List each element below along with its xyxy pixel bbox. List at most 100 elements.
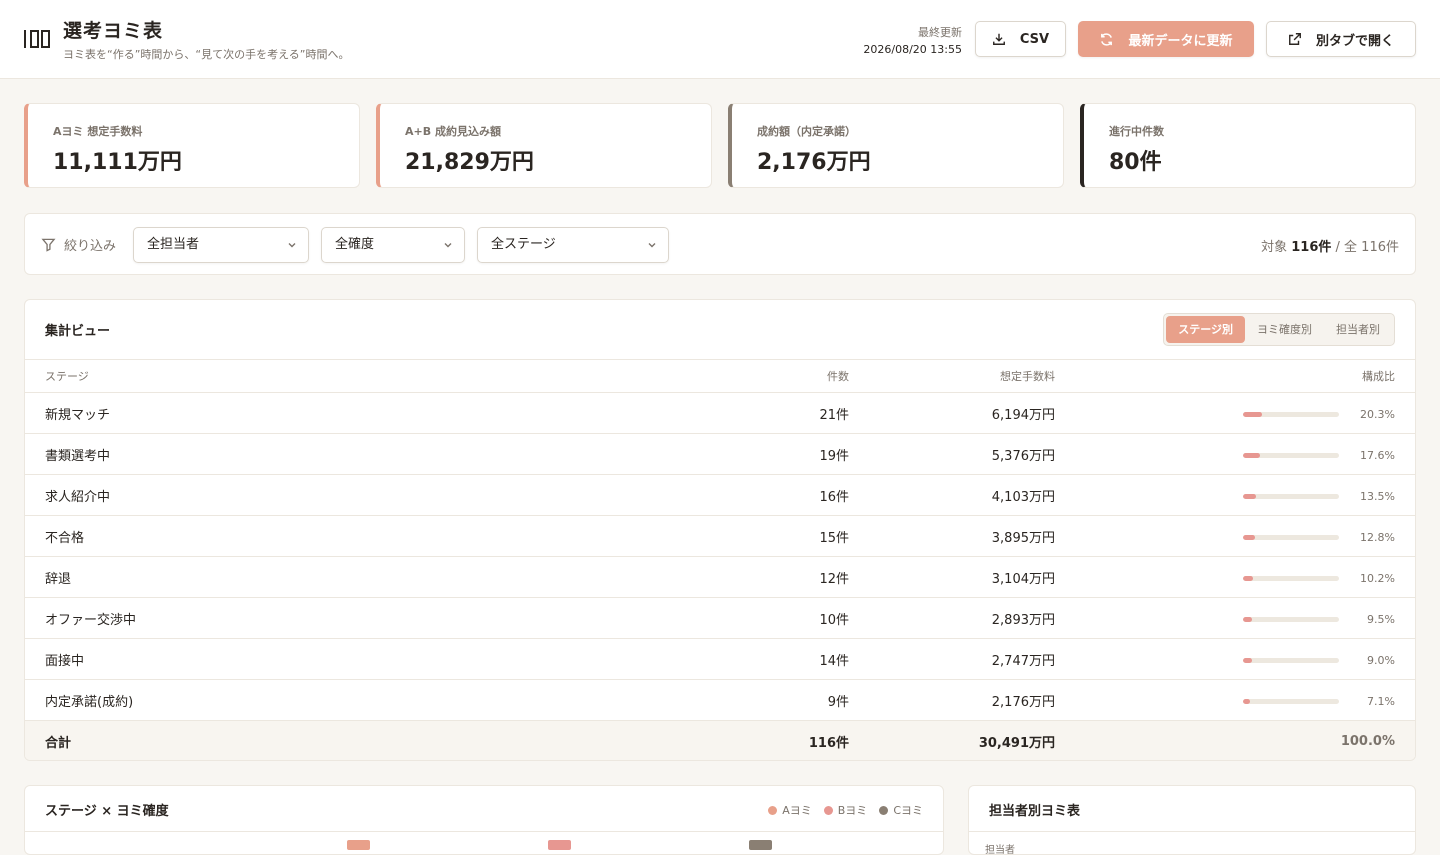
stage-select[interactable]: 全ステージ	[477, 227, 669, 263]
ratio-bar-track	[1243, 698, 1339, 704]
tab-by-owner[interactable]: 担当者別	[1324, 316, 1392, 343]
certainty-select[interactable]: 全確度	[321, 227, 465, 263]
filter-label: 絞り込み	[41, 235, 116, 254]
csv-download-button[interactable]: CSV	[975, 21, 1066, 57]
certainty-legend: Aヨミ Bヨミ Cヨミ	[756, 802, 923, 818]
ratio-indicator: 7.1%	[1243, 695, 1395, 708]
row-ratio-cell: 9.5%	[1055, 597, 1415, 639]
ratio-indicator: 20.3%	[1243, 408, 1395, 421]
ratio-bar-track	[1243, 534, 1339, 540]
total-count: 116件	[729, 720, 849, 760]
row-pct: 7.1%	[1367, 694, 1395, 708]
ratio-indicator: 10.2%	[1243, 572, 1395, 585]
row-stage: 内定承諾(成約)	[25, 679, 729, 721]
row-ratio-cell: 13.5%	[1055, 474, 1415, 516]
kpi-value: 80件	[1109, 150, 1162, 175]
row-ratio-cell: 10.2%	[1055, 556, 1415, 598]
result-count: 対象 116件 / 全 116件	[1261, 236, 1399, 255]
row-ratio-cell: 12.8%	[1055, 515, 1415, 557]
ratio-indicator: 13.5%	[1243, 490, 1395, 503]
refresh-icon	[1101, 32, 1113, 46]
kpi-label: 進行中件数	[1109, 125, 1164, 138]
summary-view-tabs: ステージ別 ヨミ確度別 担当者別	[1163, 313, 1395, 346]
ratio-bar-fill	[1243, 534, 1256, 540]
legend-item: Aヨミ	[768, 802, 812, 818]
kpi-card-a-fee: Aヨミ 想定手数料 11,111万円	[24, 103, 360, 188]
row-pct: 17.6%	[1360, 448, 1395, 462]
row-pct: 9.5%	[1367, 612, 1395, 626]
stage-certainty-title: ステージ × ヨミ確度	[45, 804, 169, 819]
row-stage: オファー交渉中	[25, 597, 729, 639]
total-label: 合計	[25, 720, 729, 760]
row-fee: 4,103万円	[849, 474, 1055, 516]
total-ratio-cell: 100.0%	[1055, 720, 1415, 760]
filter-label-text: 絞り込み	[64, 239, 117, 254]
last-updated-value: 2026/08/20 13:55	[863, 43, 962, 56]
count-value: 116件	[1291, 240, 1332, 255]
ratio-indicator: 9.0%	[1243, 654, 1395, 667]
app-logo-icon	[24, 30, 52, 48]
table-row: 辞退 12件 3,104万円 10.2%	[25, 556, 1415, 598]
ratio-bar-track	[1243, 575, 1339, 581]
row-fee: 3,104万円	[849, 556, 1055, 598]
ratio-indicator: 17.6%	[1243, 449, 1395, 462]
tab-by-certainty[interactable]: ヨミ確度別	[1245, 316, 1324, 343]
row-count: 16件	[729, 474, 849, 516]
ratio-bar-fill	[1243, 575, 1253, 581]
table-row: 不合格 15件 3,895万円 12.8%	[25, 515, 1415, 557]
legend-label: Aヨミ	[782, 804, 812, 817]
row-fee: 2,747万円	[849, 638, 1055, 680]
summary-table: ステージ 件数 想定手数料 構成比 新規マッチ 21件 6,194万円 20.3% 書類…	[25, 359, 1415, 760]
last-updated-label: 最終更新	[918, 26, 962, 39]
count-total: 全 116件	[1344, 240, 1399, 255]
row-count: 12件	[729, 556, 849, 598]
legend-label: Cヨミ	[893, 804, 923, 817]
table-header-row: ステージ 件数 想定手数料 構成比	[25, 359, 1415, 393]
filter-bar: 絞り込み 全担当者 全確度 全ステージ 対象 116件 / 全 116件	[24, 213, 1416, 275]
ratio-bar-fill	[1243, 493, 1256, 499]
count-prefix: 対象	[1261, 240, 1288, 255]
total-pct: 100.0%	[1340, 733, 1395, 749]
row-stage: 書類選考中	[25, 433, 729, 475]
stage-select-value: 全ステージ	[491, 237, 556, 252]
owner-yomi-title: 担当者別ヨミ表	[989, 804, 1081, 819]
refresh-data-button[interactable]: 最新データに更新	[1078, 21, 1254, 57]
owner-yomi-panel: 担当者別ヨミ表 担当者	[968, 785, 1416, 855]
owner-select[interactable]: 全担当者	[133, 227, 309, 263]
ratio-bar-track	[1243, 411, 1339, 417]
chevron-down-icon	[648, 243, 656, 248]
ratio-bar-track	[1243, 493, 1339, 499]
row-fee: 6,194万円	[849, 392, 1055, 434]
ratio-bar-fill	[1243, 411, 1263, 417]
kpi-value: 11,111万円	[53, 150, 182, 175]
row-count: 9件	[729, 679, 849, 721]
open-new-tab-button[interactable]: 別タブで開く	[1266, 21, 1416, 57]
certainty-select-value: 全確度	[335, 237, 375, 252]
stage-certainty-panel: ステージ × ヨミ確度 Aヨミ Bヨミ Cヨミ	[24, 785, 944, 855]
download-icon	[992, 33, 1005, 45]
row-fee: 2,176万円	[849, 679, 1055, 721]
row-fee: 5,376万円	[849, 433, 1055, 475]
chevron-down-icon	[444, 243, 452, 248]
ratio-bar-fill	[1243, 698, 1250, 704]
ratio-bar-track	[1243, 452, 1339, 458]
ratio-bar-track	[1243, 616, 1339, 622]
row-count: 10件	[729, 597, 849, 639]
external-link-icon	[1289, 33, 1301, 45]
table-row: 面接中 14件 2,747万円 9.0%	[25, 638, 1415, 680]
column-header-swatch	[749, 840, 772, 850]
app-header: 選考ヨミ表 ヨミ表を“作る”時間から、“見て次の手を考える”時間へ。 最終更新 …	[0, 0, 1440, 79]
row-stage: 不合格	[25, 515, 729, 557]
row-ratio-cell: 20.3%	[1055, 392, 1415, 434]
column-header-swatch	[548, 840, 571, 850]
row-stage: 新規マッチ	[25, 392, 729, 434]
panel-divider	[969, 831, 1415, 832]
ratio-bar-fill	[1243, 616, 1253, 622]
chevron-down-icon	[288, 243, 296, 248]
total-fee: 30,491万円	[849, 720, 1055, 760]
app-title: 選考ヨミ表	[63, 20, 164, 42]
row-pct: 9.0%	[1367, 653, 1395, 667]
kpi-label: A+B 成約見込み額	[405, 125, 501, 138]
owner-col-header: 担当者	[985, 845, 1015, 855]
tab-by-stage[interactable]: ステージ別	[1166, 316, 1245, 343]
